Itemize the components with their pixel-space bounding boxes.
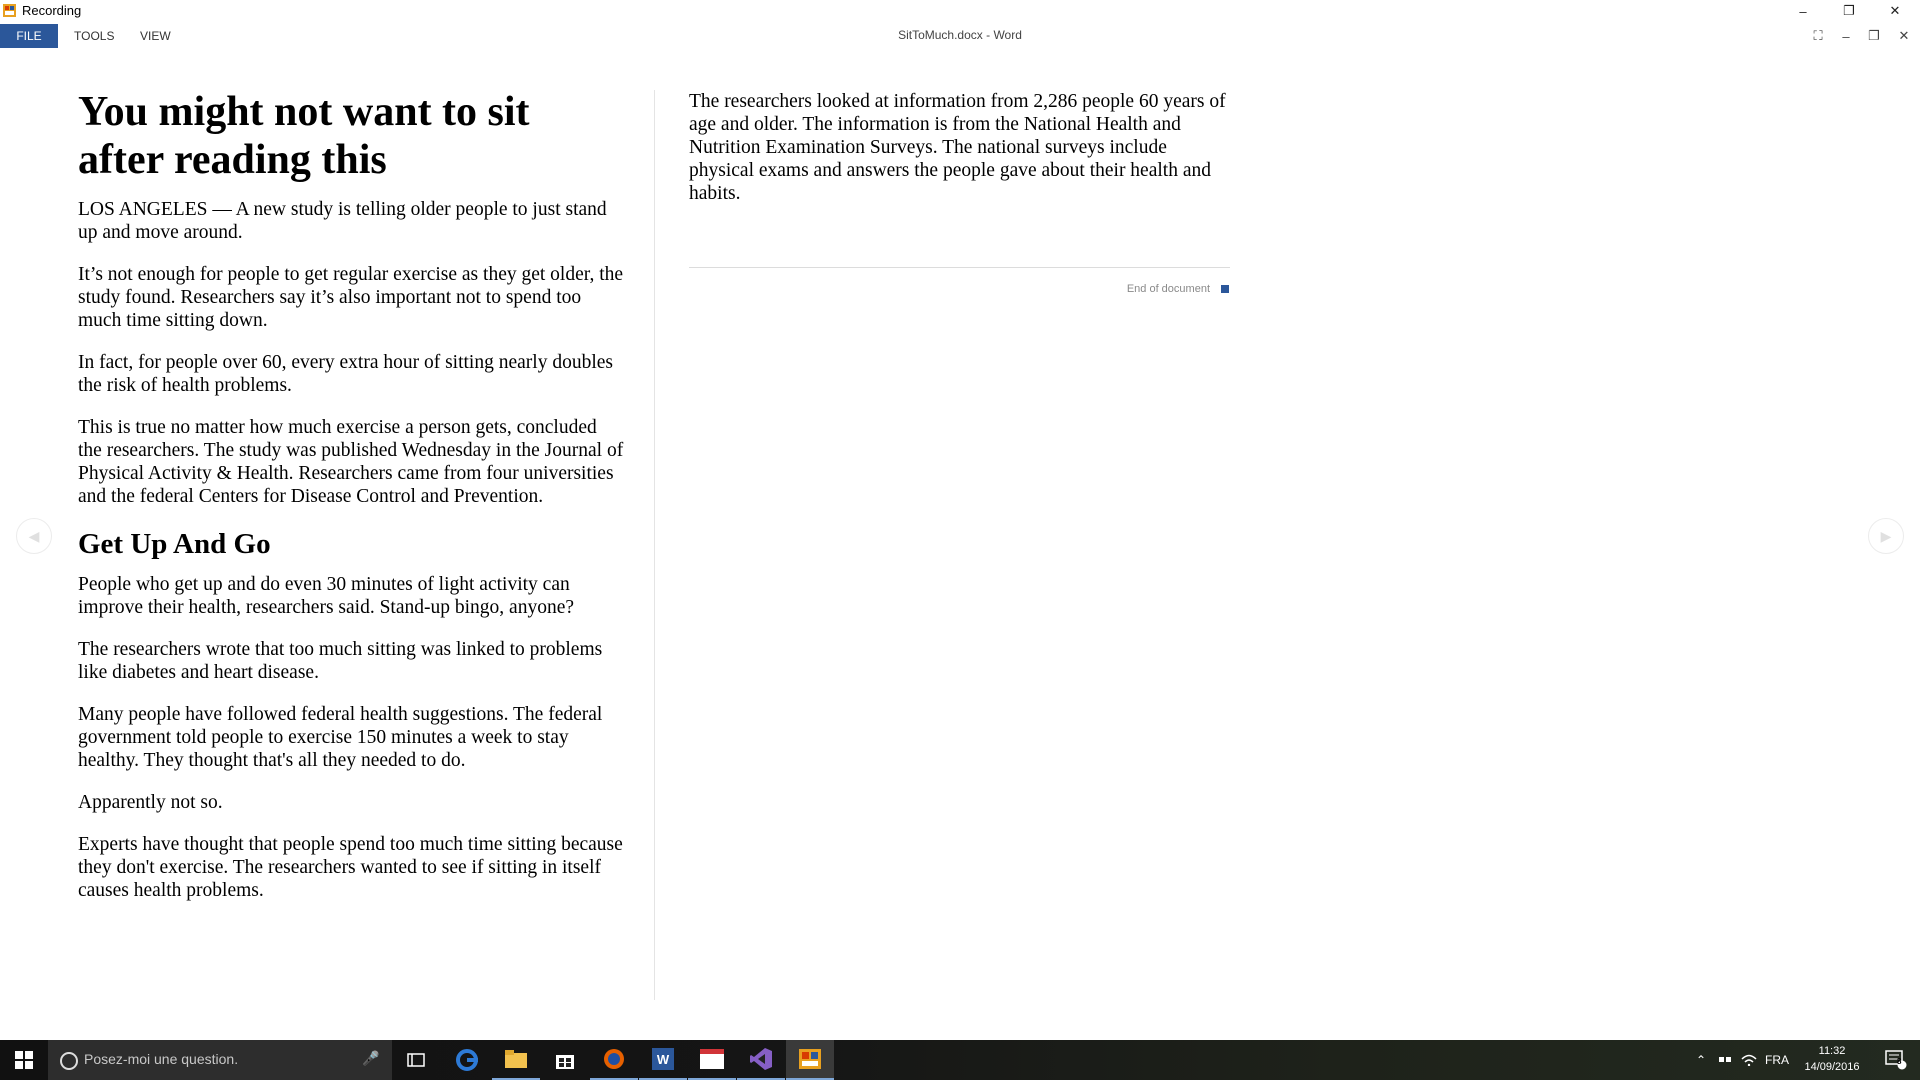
fit-screen-icon[interactable]: ⛶	[1806, 26, 1830, 46]
end-marker-icon	[1221, 285, 1229, 293]
task-view-icon	[407, 1053, 425, 1067]
notification-count: 8	[1897, 1057, 1902, 1066]
paragraph: LOS ANGELES — A new study is telling old…	[78, 199, 607, 243]
taskbar-store[interactable]	[541, 1040, 589, 1080]
article-headline: You might not want to sit after reading …	[78, 89, 530, 183]
input-language[interactable]: FRA	[1762, 1040, 1792, 1080]
window-minimize-button[interactable]: –	[1780, 0, 1826, 22]
taskbar-recording[interactable]	[786, 1040, 834, 1080]
taskbar-clock[interactable]: 11:32 14/09/2016	[1790, 1043, 1874, 1075]
taskbar-file-explorer[interactable]	[492, 1040, 540, 1080]
edge-icon	[456, 1049, 478, 1071]
start-button[interactable]	[0, 1040, 48, 1080]
window-title: Recording	[22, 3, 82, 18]
taskbar-firefox[interactable]	[590, 1040, 638, 1080]
document-column-right: The researchers looked at information fr…	[689, 88, 1230, 224]
section-heading: Get Up And Go	[78, 528, 271, 560]
paragraph: Experts have thought that people spend t…	[78, 834, 623, 901]
doc-close-button[interactable]: ✕	[1892, 26, 1916, 46]
folder-icon	[505, 1050, 527, 1068]
paragraph: Apparently not so.	[78, 792, 223, 813]
paragraph: In fact, for people over 60, every extra…	[78, 352, 613, 396]
recording-icon	[799, 1049, 821, 1069]
search-placeholder: Posez-moi une question.	[84, 1051, 239, 1067]
store-icon	[556, 1055, 574, 1069]
document-title: SitToMuch.docx - Word	[898, 28, 1022, 42]
paragraph: Many people have followed federal health…	[78, 704, 603, 771]
window-restore-button[interactable]: ❐	[1826, 0, 1872, 22]
wifi-icon[interactable]	[1738, 1040, 1760, 1080]
cortana-search-box[interactable]: Posez-moi une question. 🎤	[48, 1040, 392, 1080]
recording-app-icon	[3, 4, 16, 17]
end-rule	[689, 267, 1230, 268]
clock-time: 11:32	[1818, 1045, 1846, 1057]
cortana-icon	[60, 1052, 78, 1070]
paragraph: People who get up and do even 30 minutes…	[78, 574, 575, 618]
window-titlebar: Recording – ❐ ✕	[0, 0, 1920, 22]
previous-page-button[interactable]: ◀	[16, 518, 52, 554]
doc-minimize-button[interactable]: –	[1834, 26, 1858, 46]
show-hidden-icons-button[interactable]: ⌃	[1690, 1040, 1712, 1080]
firefox-icon	[604, 1049, 624, 1069]
app-window-icon	[700, 1049, 724, 1069]
window-close-button[interactable]: ✕	[1872, 0, 1918, 22]
svg-text:W: W	[657, 1052, 670, 1067]
notifications-icon	[1885, 1050, 1907, 1070]
taskbar-visual-studio[interactable]	[737, 1040, 785, 1080]
document-column-left: You might not want to sit after reading …	[78, 88, 624, 921]
taskbar: Posez-moi une question. 🎤 W ⌃ FRA 11:32	[0, 1040, 1920, 1080]
paragraph: The researchers looked at information fr…	[689, 91, 1226, 204]
column-divider	[654, 90, 655, 1000]
people-icon[interactable]	[1714, 1040, 1736, 1080]
word-icon: W	[652, 1048, 674, 1070]
microphone-icon[interactable]: 🎤	[362, 1050, 379, 1067]
paragraph: The researchers wrote that too much sitt…	[78, 639, 603, 683]
taskbar-word[interactable]: W	[639, 1040, 687, 1080]
next-page-button[interactable]: ▶	[1868, 518, 1904, 554]
paragraph: This is true no matter how much exercise…	[78, 417, 624, 507]
visual-studio-icon	[750, 1048, 772, 1070]
clock-date: 14/09/2016	[1804, 1061, 1860, 1073]
windows-logo-icon	[15, 1051, 33, 1069]
taskbar-app-red[interactable]	[688, 1040, 736, 1080]
paragraph: It’s not enough for people to get regula…	[78, 264, 624, 331]
doc-restore-button[interactable]: ❐	[1862, 26, 1886, 46]
action-center-button[interactable]: 8	[1876, 1040, 1916, 1080]
taskbar-edge[interactable]	[443, 1040, 491, 1080]
task-view-button[interactable]	[392, 1040, 440, 1080]
end-of-document-label: End of document	[1126, 283, 1210, 295]
